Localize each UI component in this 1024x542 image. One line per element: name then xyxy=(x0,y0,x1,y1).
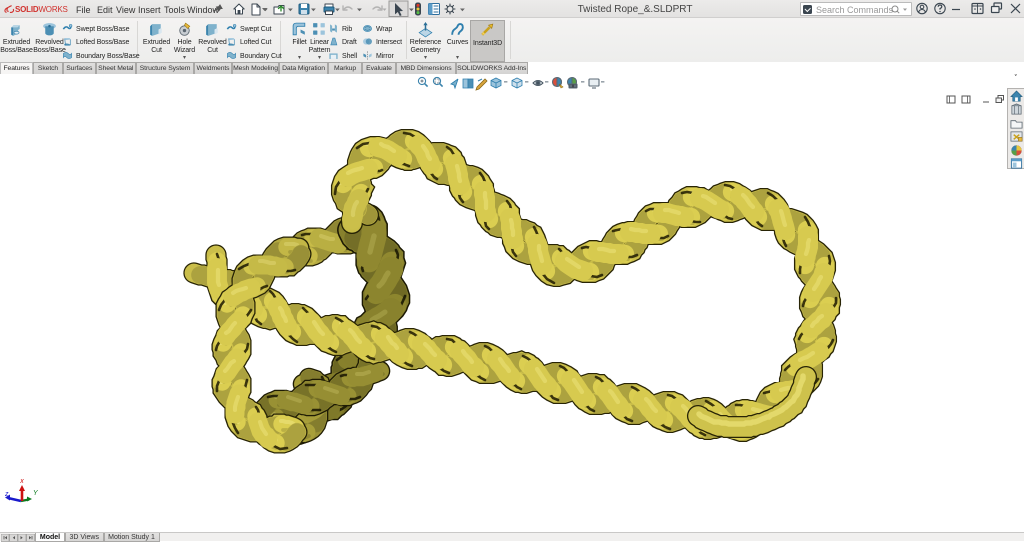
svg-text:x: x xyxy=(19,478,24,485)
svg-text:z: z xyxy=(4,491,9,498)
svg-text:Y: Y xyxy=(33,490,39,497)
